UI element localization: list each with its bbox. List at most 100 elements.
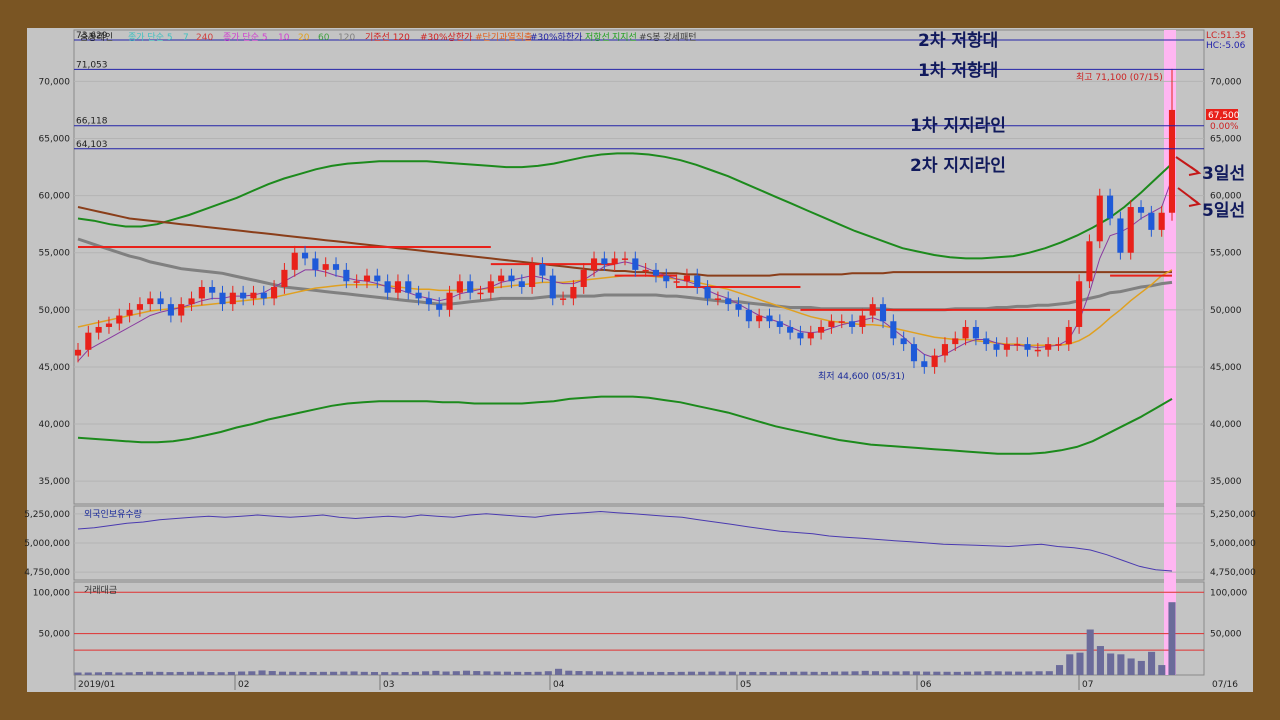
volume-bar: [882, 671, 890, 675]
volume-bar: [227, 671, 235, 675]
volume-bar: [1004, 671, 1012, 675]
foreign-tick-label: 5,250,000: [24, 510, 70, 520]
candle-body: [859, 315, 866, 327]
candle-body: [972, 326, 979, 339]
current-change: 0.00%: [1210, 122, 1239, 132]
candle-body: [1065, 326, 1072, 345]
candle-body: [405, 281, 412, 293]
volume-bar: [759, 672, 767, 675]
price-tick-label-right: 70,000: [1210, 77, 1242, 87]
candle-body: [570, 286, 577, 299]
candle-body: [529, 264, 536, 287]
volume-bar: [238, 671, 246, 675]
price-tick-label-right: 50,000: [1210, 306, 1242, 316]
candle-body: [188, 298, 195, 305]
candle-body: [250, 292, 257, 299]
legend-item: #30%상한가: [420, 32, 472, 43]
x-tick-label: 02: [238, 680, 249, 690]
volume-bar: [135, 672, 143, 675]
price-tick-label-right: 40,000: [1210, 420, 1242, 430]
volume-bar: [892, 671, 900, 675]
candle-body: [941, 344, 949, 356]
price-tick-label: 50,000: [39, 306, 71, 316]
candle-body: [1024, 344, 1031, 350]
candle-body: [611, 258, 618, 265]
current-price: 67,500: [1208, 111, 1240, 121]
candle-body: [74, 349, 82, 356]
price-tick-label-right: 35,000: [1210, 477, 1242, 487]
candle-body: [983, 338, 990, 345]
x-tick-label: 03: [383, 680, 394, 690]
volume-bar: [278, 671, 287, 675]
foreign-label: 외국인보유수량: [84, 508, 142, 520]
volume-bar: [115, 672, 123, 675]
candle-body: [1045, 344, 1052, 350]
volume-bar: [370, 672, 379, 675]
x-tick-label: 07: [1082, 680, 1093, 690]
volume-bar: [933, 671, 941, 675]
volume-bar: [769, 671, 777, 675]
candle-body: [425, 298, 432, 305]
volume-bar: [575, 671, 583, 675]
price-tick-label: 55,000: [39, 249, 71, 259]
volume-bar: [340, 671, 348, 675]
volume-bar: [186, 671, 195, 675]
volume-bar: [800, 671, 808, 675]
volume-bar: [524, 671, 532, 675]
candle-body: [147, 298, 154, 305]
candle-body: [931, 355, 938, 367]
candle-body: [838, 321, 845, 323]
price-tick-label: 65,000: [39, 135, 71, 145]
x-tick-label: 04: [553, 680, 565, 690]
candle-body: [498, 275, 505, 282]
volume-bar: [984, 671, 992, 675]
candle-body: [240, 292, 247, 299]
high-marker: 최고 71,100 (07/15): [1076, 72, 1163, 83]
volume-bar: [1015, 671, 1023, 675]
volume-bar: [1148, 651, 1156, 675]
volume-bar: [391, 672, 399, 675]
candle-body: [446, 292, 453, 310]
volume-bar: [350, 671, 358, 675]
volume-bar: [1127, 658, 1135, 675]
volume-bar: [94, 672, 102, 675]
lc-value: LC:51.35: [1206, 31, 1246, 41]
volume-bar: [1117, 654, 1125, 675]
volume-bar: [974, 671, 982, 675]
candle-body: [126, 309, 133, 316]
volume-bar: [606, 671, 614, 675]
candle-body: [952, 338, 959, 345]
chart-title: 숨봉레인: [80, 32, 113, 43]
volume-bar: [74, 672, 82, 675]
volume-bar: [565, 670, 573, 675]
candle-body: [116, 315, 123, 324]
volume-bar: [1066, 654, 1074, 675]
volume-bar: [125, 672, 133, 675]
volume-bar: [831, 671, 839, 675]
candle-body: [590, 258, 598, 270]
candle-body: [157, 298, 164, 305]
candle-body: [900, 338, 907, 345]
legend-item: 종가 단순 5: [128, 32, 173, 43]
legend-item: 기준선 120: [365, 32, 410, 43]
volume-bar: [667, 672, 675, 675]
candle-body: [312, 258, 319, 270]
legend-item: #30%하한가: [530, 32, 582, 43]
volume-bar: [943, 671, 951, 675]
candle-body: [1137, 207, 1145, 213]
candle-body: [580, 269, 587, 287]
chart-frame: 73,629 71,053 66,118 64,103 70,000 65,000 60,…: [0, 0, 1280, 720]
legend-item: 120: [338, 33, 355, 43]
price-tick-label: 45,000: [39, 363, 71, 373]
candle-body: [663, 275, 670, 282]
volume-bar: [309, 672, 317, 675]
volume-bar: [810, 671, 818, 675]
candle-body: [332, 264, 340, 270]
foreign-tick-label-right: 5,250,000: [1210, 510, 1256, 520]
volume-bar: [554, 668, 563, 675]
volume-bar: [1086, 629, 1094, 675]
volume-bar: [462, 670, 471, 675]
volume-bar: [698, 671, 706, 675]
volume-bar: [503, 671, 511, 675]
volume-bar: [779, 671, 788, 675]
